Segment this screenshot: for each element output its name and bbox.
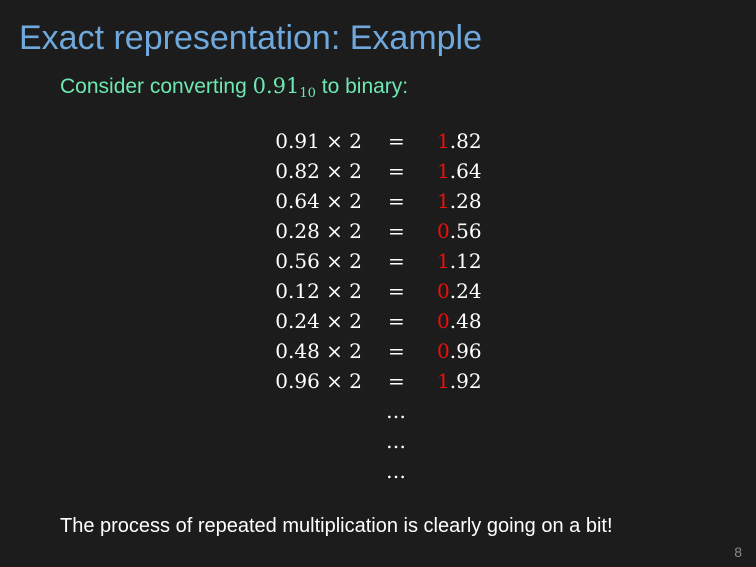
fraction-part: .24 (449, 279, 482, 303)
calc-lhs: 0.64 × 2 (275, 189, 362, 213)
fraction-part: .28 (449, 189, 482, 213)
fraction-part: .82 (449, 129, 482, 153)
fraction-part: .56 (449, 219, 482, 243)
calc-lhs: 0.56 × 2 (275, 249, 362, 273)
fraction-part: .64 (449, 159, 482, 183)
binary-digit: 1 (437, 189, 450, 213)
calc-lhs: 0.28 × 2 (275, 219, 362, 243)
fraction-part: .48 (449, 309, 482, 333)
calc-rhs: 0.24 (437, 276, 482, 306)
calc-row: 0.91 × 2 = 1.82 (0, 126, 756, 156)
calc-rhs: 0.48 (437, 306, 482, 336)
binary-digit: 1 (437, 249, 450, 273)
calc-equals: = (388, 219, 405, 243)
calc-lhs: 0.24 × 2 (275, 309, 362, 333)
binary-digit: 1 (437, 369, 450, 393)
calc-rhs: 0.56 (437, 216, 482, 246)
page-number: 8 (734, 544, 742, 560)
ellipsis: … (386, 399, 406, 423)
binary-digit: 0 (437, 219, 450, 243)
calc-lhs: 0.48 × 2 (275, 339, 362, 363)
calc-row: 0.12 × 2 = 0.24 (0, 276, 756, 306)
calc-lhs: 0.12 × 2 (275, 279, 362, 303)
calc-equals: = (388, 339, 405, 363)
calc-rhs: 1.92 (437, 366, 482, 396)
calc-row: 0.56 × 2 = 1.12 (0, 246, 756, 276)
calc-row: 0.28 × 2 = 0.56 (0, 216, 756, 246)
binary-digit: 0 (437, 339, 450, 363)
conclusion-text: The process of repeated multiplication i… (60, 515, 613, 537)
calc-rhs: 1.64 (437, 156, 482, 186)
binary-digit: 0 (437, 279, 450, 303)
calc-equals: = (388, 249, 405, 273)
calc-lhs: 0.82 × 2 (275, 159, 362, 183)
calc-equals: = (388, 369, 405, 393)
calc-equals: = (388, 309, 405, 333)
calc-equals: = (388, 159, 405, 183)
binary-digit: 1 (437, 159, 450, 183)
ellipsis: … (386, 459, 406, 483)
ellipsis: … (386, 429, 406, 453)
calc-row: 0.48 × 2 = 0.96 (0, 336, 756, 366)
fraction-part: .96 (449, 339, 482, 363)
calc-row: 0.24 × 2 = 0.48 (0, 306, 756, 336)
calc-rhs: 1.12 (437, 246, 482, 276)
calc-lhs: 0.91 × 2 (275, 129, 362, 153)
multiplication-table: 0.91 × 2 = 1.82 0.82 × 2 = 1.64 0.64 × 2… (0, 0, 756, 567)
calc-row: 0.96 × 2 = 1.92 (0, 366, 756, 396)
binary-digit: 0 (437, 309, 450, 333)
calc-lhs: 0.96 × 2 (275, 369, 362, 393)
calc-equals: = (388, 129, 405, 153)
calc-rhs: 1.28 (437, 186, 482, 216)
fraction-part: .12 (449, 249, 482, 273)
fraction-part: .92 (449, 369, 482, 393)
calc-rhs: 1.82 (437, 126, 482, 156)
calc-row: 0.82 × 2 = 1.64 (0, 156, 756, 186)
binary-digit: 1 (437, 129, 450, 153)
calc-rhs: 0.96 (437, 336, 482, 366)
calc-row: 0.64 × 2 = 1.28 (0, 186, 756, 216)
calc-equals: = (388, 279, 405, 303)
calc-equals: = (388, 189, 405, 213)
